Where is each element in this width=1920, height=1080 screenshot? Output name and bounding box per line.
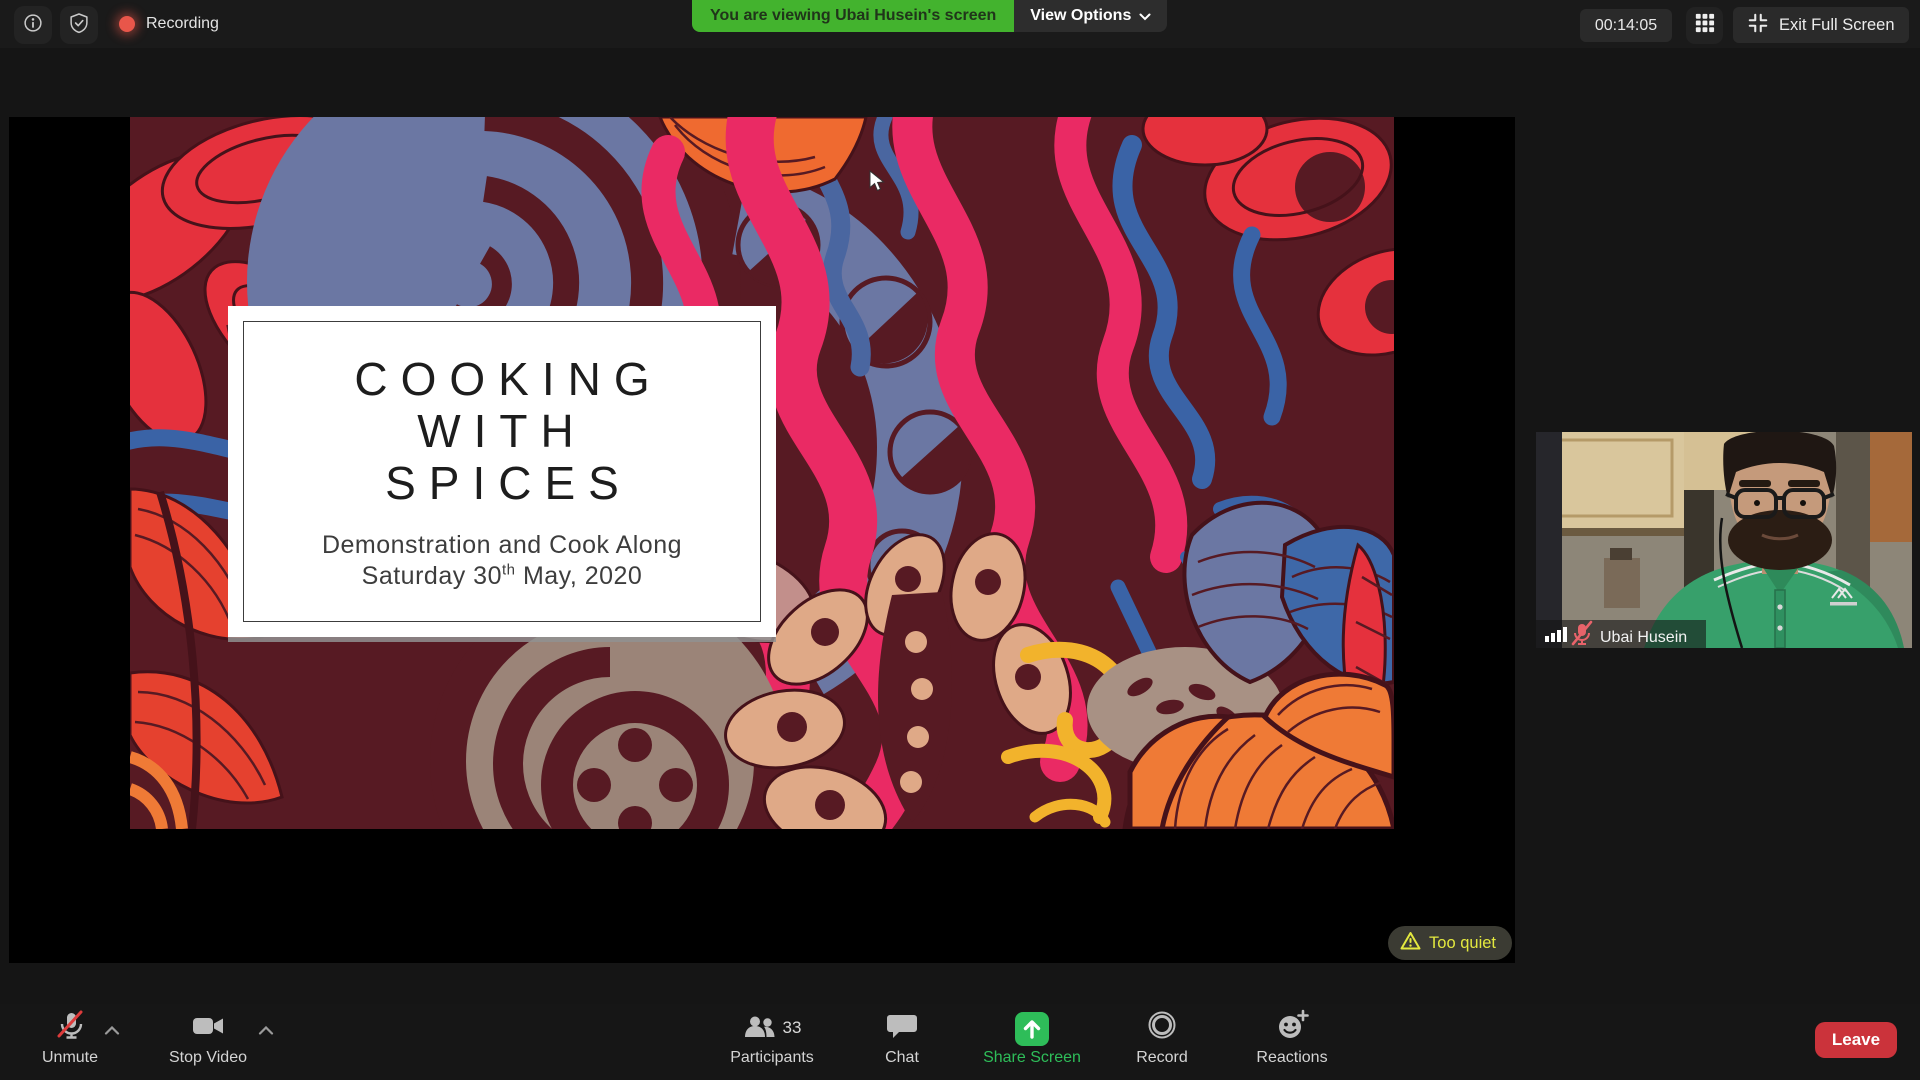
participant-video-thumbnail[interactable]: Ubai Husein (1536, 432, 1912, 648)
presentation-slide: COOKING WITH SPICES Demonstration and Co… (130, 117, 1394, 829)
share-screen-icon (1015, 1012, 1049, 1046)
reactions-button[interactable]: Reactions (1232, 1012, 1352, 1067)
too-quiet-label: Too quiet (1429, 934, 1496, 953)
stop-video-button[interactable]: Stop Video (152, 1012, 264, 1067)
participants-label: Participants (730, 1049, 814, 1067)
slide-subtitle: Demonstration and Cook Along Saturday 30… (322, 530, 682, 591)
stop-video-label: Stop Video (169, 1049, 247, 1067)
too-quiet-warning-badge: Too quiet (1388, 926, 1512, 960)
chevron-down-icon (1139, 13, 1151, 21)
chat-label: Chat (885, 1049, 919, 1067)
view-options-button[interactable]: View Options (1014, 0, 1167, 32)
exit-full-screen-button[interactable]: Exit Full Screen (1733, 7, 1909, 43)
chat-bubble-icon (886, 1009, 918, 1046)
slide-subtitle-line1: Demonstration and Cook Along (322, 530, 682, 561)
gallery-view-button[interactable] (1686, 7, 1723, 44)
participants-count: 33 (783, 1018, 802, 1038)
slide-subtitle-line2: Saturday 30th May, 2020 (322, 561, 682, 592)
audio-options-chevron-up[interactable] (104, 1022, 120, 1040)
security-button[interactable] (60, 6, 98, 44)
unmute-label: Unmute (42, 1049, 98, 1067)
viewing-screen-banner-text: You are viewing Ubai Husein's screen (692, 0, 1014, 32)
view-options-label: View Options (1030, 0, 1131, 32)
reactions-label: Reactions (1256, 1049, 1327, 1067)
exit-full-screen-label: Exit Full Screen (1779, 16, 1895, 35)
meeting-timer: 00:14:05 (1580, 9, 1672, 42)
collapse-icon (1747, 12, 1769, 39)
shield-check-icon (67, 11, 91, 40)
record-label: Record (1136, 1049, 1188, 1067)
recording-dot-icon (119, 16, 135, 32)
top-bar: Recording You are viewing Ubai Husein's … (0, 0, 1920, 48)
participants-icon (743, 1012, 777, 1047)
meeting-toolbar: Unmute Stop Video (0, 1004, 1920, 1080)
slide-title-card: COOKING WITH SPICES Demonstration and Co… (228, 306, 776, 637)
grid-icon (1694, 12, 1716, 39)
meeting-info-button[interactable] (14, 6, 52, 44)
warning-triangle-icon (1400, 931, 1421, 955)
recording-label: Recording (146, 15, 219, 33)
participant-name-tag: Ubai Husein (1536, 620, 1706, 648)
record-button[interactable]: Record (1102, 1012, 1222, 1067)
leave-button[interactable]: Leave (1815, 1022, 1897, 1058)
unmute-button[interactable]: Unmute (30, 1012, 110, 1067)
shared-screen-region: COOKING WITH SPICES Demonstration and Co… (9, 117, 1515, 963)
record-icon (1146, 1009, 1178, 1046)
participants-button[interactable]: 33 Participants (712, 1012, 832, 1067)
slide-title-line1: COOKING WITH (244, 354, 760, 458)
video-camera-icon (191, 1011, 225, 1046)
share-screen-label: Share Screen (983, 1049, 1081, 1067)
muted-mic-icon (54, 1009, 86, 1046)
video-options-chevron-up[interactable] (258, 1022, 274, 1040)
info-icon (21, 11, 45, 40)
participant-name: Ubai Husein (1600, 629, 1687, 646)
mouse-cursor (868, 170, 887, 197)
screen-share-banner: You are viewing Ubai Husein's screen Vie… (692, 0, 1167, 32)
slide-title-line2: SPICES (244, 458, 760, 510)
share-screen-button[interactable]: Share Screen (972, 1012, 1092, 1067)
reactions-smiley-icon (1275, 1009, 1309, 1046)
chat-button[interactable]: Chat (842, 1012, 962, 1067)
